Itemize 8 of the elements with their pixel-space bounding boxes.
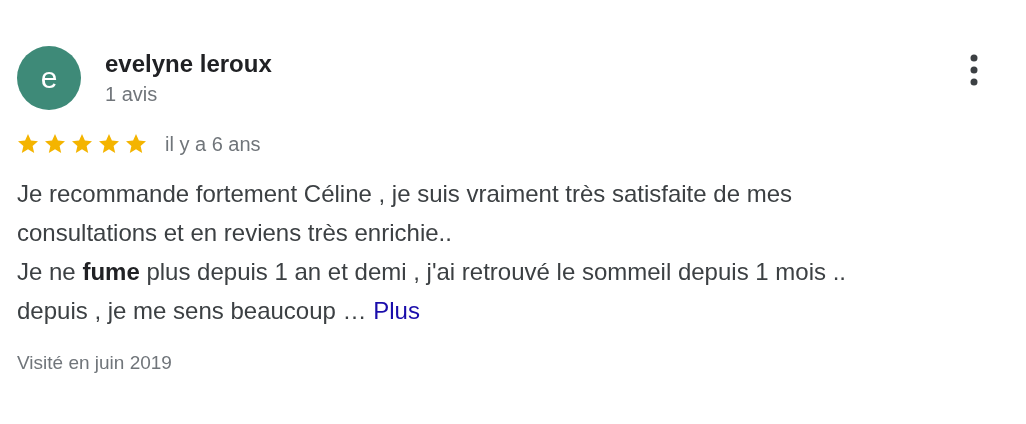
review-count: 1 avis xyxy=(105,83,159,106)
review-time: il y a 6 ans xyxy=(165,132,261,156)
review-text: Je recommande fortement Céline , je suis vraiment très satisfaite de mes consultations et en reviens très enrichie.. Je ne fume plus depuis 1 an et demi , j'ai retrouvé le sommeil depuis 1 mois .. depuis , je me sens beaucoup … Plus xyxy=(17,179,847,326)
more-options-icon[interactable] xyxy=(970,54,978,86)
visit-date: Visité en juin 2019 xyxy=(17,352,172,374)
more-link[interactable]: Plus xyxy=(373,297,420,324)
author-name[interactable]: evelyne leroux xyxy=(105,50,946,78)
avatar: e xyxy=(17,46,81,110)
